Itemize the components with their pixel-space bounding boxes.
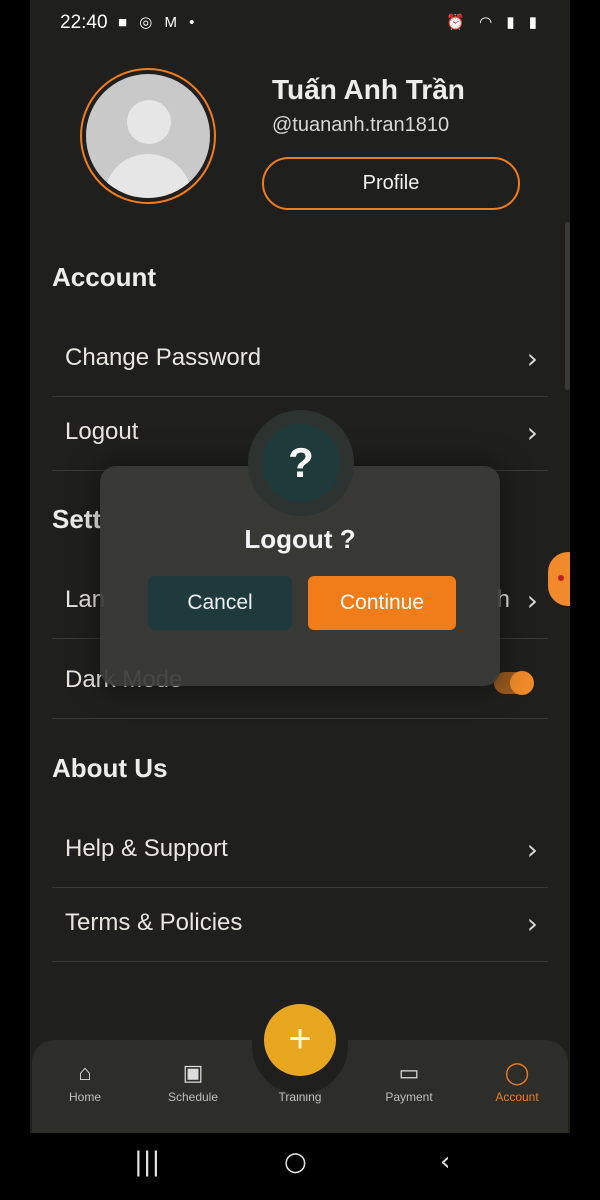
tab-account[interactable]: ◯ Account bbox=[472, 1060, 562, 1104]
calendar-icon: ▣ bbox=[182, 1060, 204, 1085]
continue-button[interactable]: Continue bbox=[308, 576, 456, 630]
cancel-button[interactable]: Cancel bbox=[148, 576, 292, 630]
logout-dialog-overlay: ? Logout ? Cancel Continue bbox=[30, 0, 570, 1133]
recents-icon[interactable]: ||| bbox=[134, 1147, 160, 1177]
system-nav-bar: ||| ○ ‹ bbox=[0, 1133, 600, 1200]
app-screen: 22:40 ■ ◎ M • ⏰ ◠ ▮ ▮ Tuấn Anh Trần @tua… bbox=[30, 0, 570, 1133]
card-icon: ▭ bbox=[398, 1060, 420, 1085]
tab-payment[interactable]: ▭ Payment bbox=[364, 1060, 454, 1104]
person-icon: ◯ bbox=[504, 1060, 530, 1085]
dialog-title: Logout ? bbox=[244, 524, 356, 554]
back-icon[interactable]: ‹ bbox=[440, 1147, 450, 1177]
home-nav-icon[interactable]: ○ bbox=[284, 1147, 307, 1177]
question-icon: ? bbox=[248, 410, 354, 516]
tab-home[interactable]: ⌂ Home bbox=[40, 1060, 130, 1104]
home-icon: ⌂ bbox=[78, 1060, 92, 1085]
add-training-button[interactable]: + bbox=[264, 1004, 336, 1076]
tab-schedule[interactable]: ▣ Schedule bbox=[148, 1060, 238, 1104]
